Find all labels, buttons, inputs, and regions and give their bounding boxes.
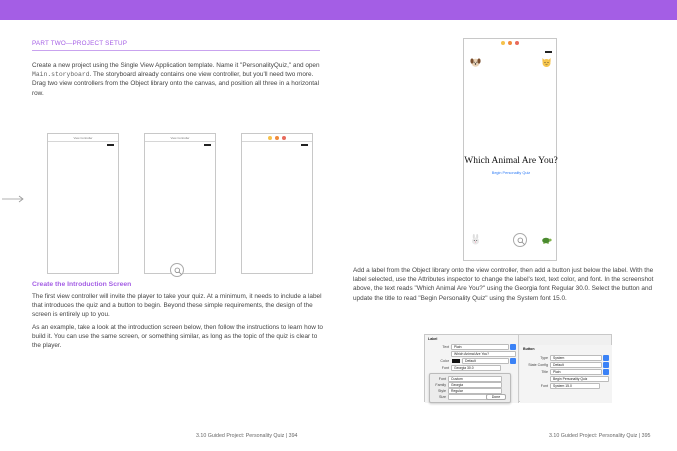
zoom-icon[interactable] bbox=[513, 233, 527, 247]
rabbit-emoji-icon bbox=[472, 234, 479, 245]
instruction-paragraph: Add a label from the Object library onto… bbox=[353, 267, 654, 302]
popup-font-label: Font bbox=[438, 377, 446, 381]
text-type-select[interactable]: Plain bbox=[451, 344, 509, 350]
intro-text-1: Create a new project using the Single Vi… bbox=[32, 62, 320, 69]
entry-arrow-icon bbox=[2, 195, 24, 203]
zoom-icon[interactable] bbox=[170, 263, 184, 277]
turtle-emoji-icon bbox=[542, 237, 552, 244]
status-bar-icon bbox=[545, 51, 552, 53]
label-section-title: Label bbox=[428, 337, 438, 341]
right-page: Which Animal Are You? Begin Personality … bbox=[339, 20, 677, 451]
font-label: Font bbox=[441, 366, 449, 370]
begin-quiz-button[interactable]: Begin Personality Quiz bbox=[464, 171, 558, 175]
body-paragraph-1: The first view controller will invite th… bbox=[32, 293, 322, 319]
page-footer: 3.10 Guided Project: Personality Quiz | … bbox=[549, 433, 651, 439]
attributes-inspector: Label Text Plain Which Animal Are You? C… bbox=[424, 334, 612, 403]
top-color-bar bbox=[0, 0, 677, 20]
family-label: Family bbox=[435, 383, 446, 387]
vc-header: View Controller bbox=[145, 134, 215, 142]
label-text-field[interactable]: Which Animal Are You? bbox=[451, 351, 516, 357]
font-field[interactable]: Georgia 30.0 bbox=[451, 365, 501, 371]
phone-preview: Which Animal Are You? Begin Personality … bbox=[463, 38, 558, 261]
color-dropdown-icon[interactable] bbox=[510, 358, 516, 364]
state-dropdown-icon[interactable] bbox=[603, 362, 609, 368]
status-bar-icon bbox=[204, 144, 211, 146]
section-heading: Create the Introduction Screen bbox=[32, 281, 132, 288]
intro-code: Main.storyboard bbox=[32, 71, 90, 79]
title-label: Title bbox=[541, 370, 548, 374]
page-footer: 3.10 Guided Project: Personality Quiz | … bbox=[196, 433, 298, 439]
vc-toolbar bbox=[242, 134, 312, 142]
color-label: Color bbox=[440, 359, 449, 363]
vc-header: View Controller bbox=[48, 134, 118, 142]
section-label: PART TWO—PROJECT SETUP bbox=[32, 40, 128, 47]
button-inspector: Button Type System State Config Default … bbox=[520, 345, 612, 403]
title-type-select[interactable]: Plain bbox=[550, 369, 602, 375]
text-label: Text bbox=[442, 345, 449, 349]
type-select[interactable]: System bbox=[550, 355, 602, 361]
yellow-dot-icon[interactable] bbox=[501, 41, 505, 45]
button-font-field[interactable]: System 15.0 bbox=[550, 383, 600, 389]
button-title-field[interactable]: Begin Personality Quiz bbox=[550, 376, 609, 382]
phone-toolbar bbox=[464, 39, 556, 45]
button-font-label: Font bbox=[540, 384, 548, 388]
intro-paragraph: Create a new project using the Single Vi… bbox=[32, 61, 326, 98]
type-dropdown-icon[interactable] bbox=[603, 355, 609, 361]
font-popup: Font Custom Family Georgia Style Regular… bbox=[429, 373, 511, 403]
dog-emoji-icon bbox=[470, 58, 481, 67]
section-divider bbox=[32, 50, 320, 51]
left-page: PART TWO—PROJECT SETUP Create a new proj… bbox=[0, 20, 338, 451]
color-swatch[interactable] bbox=[452, 359, 460, 363]
color-select[interactable]: Default bbox=[462, 358, 509, 364]
status-bar-icon bbox=[301, 144, 308, 146]
orange-dot-icon[interactable] bbox=[275, 136, 279, 140]
type-label: Type bbox=[540, 356, 548, 360]
done-button[interactable]: Done bbox=[486, 394, 506, 400]
label-inspector: Label Text Plain Which Animal Are You? C… bbox=[425, 335, 519, 403]
text-type-dropdown-icon[interactable] bbox=[510, 344, 516, 350]
state-config-label: State Config bbox=[528, 363, 548, 367]
body-paragraph-2: As an example, take a look at the introd… bbox=[32, 324, 323, 350]
red-dot-icon[interactable] bbox=[282, 136, 286, 140]
cat-emoji-icon bbox=[542, 58, 551, 67]
yellow-dot-icon[interactable] bbox=[268, 136, 272, 140]
quiz-title-label: Which Animal Are You? bbox=[464, 156, 558, 166]
view-controller-3[interactable] bbox=[241, 133, 313, 274]
view-controller-2[interactable]: View Controller bbox=[144, 133, 216, 274]
view-controller-1[interactable]: View Controller bbox=[47, 133, 119, 274]
button-section-title: Button bbox=[523, 347, 535, 351]
state-config-select[interactable]: Default bbox=[550, 362, 602, 368]
red-dot-icon[interactable] bbox=[515, 41, 519, 45]
size-label: Size bbox=[439, 395, 446, 399]
title-dropdown-icon[interactable] bbox=[603, 369, 609, 375]
orange-dot-icon[interactable] bbox=[508, 41, 512, 45]
style-label: Style bbox=[438, 389, 446, 393]
status-bar-icon bbox=[107, 144, 114, 146]
